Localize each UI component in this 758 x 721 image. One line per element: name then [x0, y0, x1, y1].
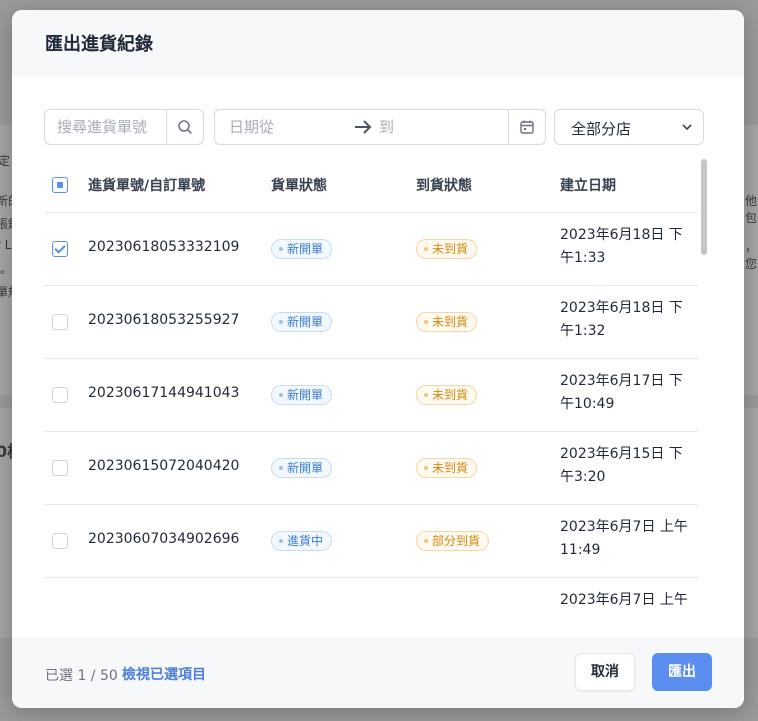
table-row[interactable]: 20230618053332109 新開單 未到貨 2023年6月18日 下午1…	[44, 212, 698, 286]
search-button[interactable]	[166, 110, 203, 144]
calendar-button[interactable]	[508, 110, 545, 144]
order-status-badge: 進貨中	[271, 531, 333, 551]
arrival-status-badge: 未到貨	[416, 239, 478, 259]
arrow-right-icon	[355, 120, 372, 134]
order-number: 20230617144941043	[88, 385, 240, 401]
order-number: 20230618053255927	[88, 312, 240, 328]
order-status-badge: 新開單	[271, 385, 333, 405]
table-header: 進貨單號/自訂單號 貨單狀態 到貨狀態 建立日期	[44, 155, 698, 213]
arrival-status-badge: 部分到貨	[416, 531, 490, 551]
search-group	[44, 109, 204, 145]
order-status-badge: 新開單	[271, 239, 333, 259]
order-number: 20230618053332109	[88, 239, 240, 255]
created-date: 2023年6月18日 下午1:33	[560, 227, 683, 266]
chevron-down-icon	[682, 124, 692, 131]
search-input[interactable]	[45, 110, 169, 144]
arrival-status-badge: 未到貨	[416, 385, 478, 405]
column-header-order-no: 進貨單號/自訂單號	[88, 178, 206, 194]
order-number: 20230615072040420	[88, 458, 240, 474]
table-row[interactable]: 20230617144941043 新開單 未到貨 2023年6月17日 下午1…	[44, 358, 698, 432]
created-date: 2023年6月18日 下午1:32	[560, 300, 683, 339]
export-dialog: 匯出進貨紀錄 全部分店	[12, 10, 744, 708]
export-button[interactable]: 匯出	[652, 653, 712, 691]
order-status-badge: 新開單	[271, 312, 333, 332]
search-icon	[178, 120, 192, 134]
calendar-icon	[520, 120, 534, 134]
arrival-status-badge: 未到貨	[416, 312, 478, 332]
row-checkbox[interactable]	[52, 460, 68, 476]
background-text: 定	[0, 154, 11, 168]
column-header-created-date: 建立日期	[560, 178, 616, 194]
background-text: 。	[0, 262, 13, 276]
store-filter-select[interactable]: 全部分店	[554, 109, 704, 145]
dialog-footer: 已選 1 / 50 檢視已選項目 取消 匯出	[12, 637, 744, 708]
date-from-input[interactable]	[227, 110, 347, 144]
table-row[interactable]: 20230618053255927 新開單 未到貨 2023年6月18日 下午1…	[44, 285, 698, 359]
row-checkbox[interactable]	[52, 241, 68, 257]
date-range-picker	[214, 109, 546, 145]
column-header-order-status: 貨單狀態	[271, 178, 327, 194]
background-text: 他包	[745, 194, 758, 225]
row-checkbox[interactable]	[52, 387, 68, 403]
store-filter-value: 全部分店	[571, 120, 632, 138]
order-number: 20230607034902696	[88, 531, 240, 547]
table-row[interactable]: 20230607034902696 進貨中 部分到貨 2023年6月7日 上午 1…	[44, 504, 698, 578]
table-row[interactable]: 20230615072040420 新開單 未到貨 2023年6月15日 下午3…	[44, 431, 698, 505]
table-row[interactable]: 2023年6月7日 上午	[44, 577, 698, 605]
created-date: 2023年6月15日 下午3:20	[560, 446, 683, 485]
order-status-badge: 新開單	[271, 458, 333, 478]
cancel-button[interactable]: 取消	[575, 653, 635, 691]
created-date: 2023年6月17日 下午10:49	[560, 373, 683, 412]
table-scrollbar-thumb[interactable]	[701, 159, 707, 255]
row-checkbox[interactable]	[52, 533, 68, 549]
dialog-header: 匯出進貨紀錄	[12, 10, 744, 77]
view-selected-link[interactable]: 檢視已選項目	[122, 664, 206, 684]
created-date: 2023年6月7日 上午	[560, 592, 688, 605]
arrival-status-badge: 未到貨	[416, 458, 478, 478]
created-date: 2023年6月7日 上午 11:49	[560, 519, 688, 558]
date-to-input[interactable]	[377, 110, 497, 144]
row-checkbox[interactable]	[52, 314, 68, 330]
select-all-checkbox[interactable]	[52, 177, 68, 193]
selected-count: 已選 1 / 50	[45, 668, 118, 684]
dialog-title: 匯出進貨紀錄	[45, 34, 153, 55]
records-table: 進貨單號/自訂單號 貨單狀態 到貨狀態 建立日期 202306180533321…	[44, 155, 698, 605]
column-header-arrival-status: 到貨狀態	[416, 178, 472, 194]
background-text: ，您	[745, 240, 758, 271]
